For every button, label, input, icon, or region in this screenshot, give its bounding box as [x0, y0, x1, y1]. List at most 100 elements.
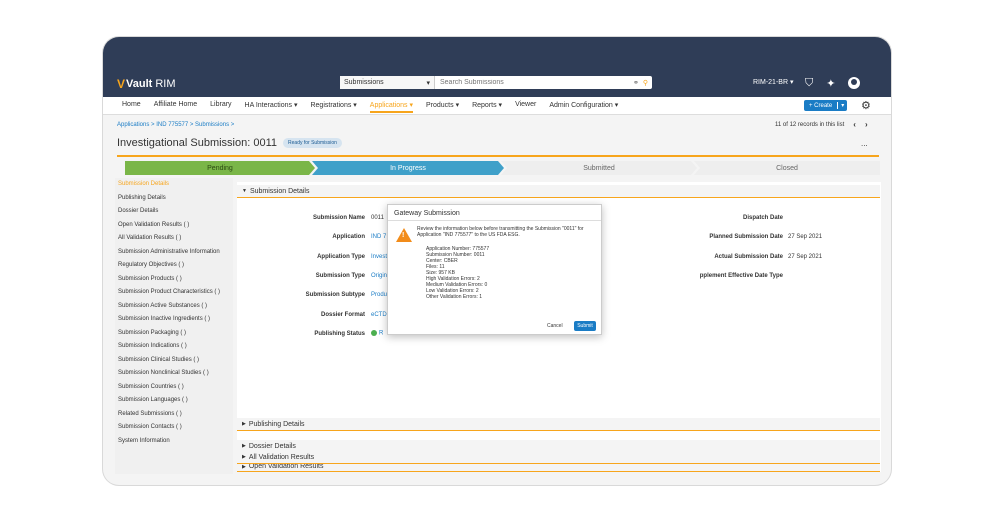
nav-library[interactable]: Library: [210, 101, 231, 113]
binoculars-icon[interactable]: ⚭: [633, 79, 639, 87]
nav-items: Home Affiliate Home Library HA Interacti…: [122, 101, 618, 113]
field-label-application-type: Application Type: [317, 254, 365, 260]
field-label-dispatch-date: Dispatch Date: [742, 215, 783, 221]
field-value-planned-date: 27 Sep 2021: [788, 234, 823, 240]
stage-submitted: Submitted: [501, 161, 697, 175]
create-button[interactable]: + Create ▾: [804, 100, 848, 111]
section-title: All Validation Results: [248, 453, 315, 461]
field-label-actual-date: Actual Submission Date: [714, 254, 783, 260]
nav-applications[interactable]: Applications ▾: [369, 101, 413, 113]
sidebar-item-submission-details[interactable]: Submission Details: [115, 181, 233, 188]
gear-icon[interactable]: ⚙: [861, 99, 871, 112]
previous-record-icon[interactable]: ‹: [853, 121, 856, 129]
record-count: 11 of 12 records in this list: [775, 122, 845, 128]
nav-affiliate-home[interactable]: Affiliate Home: [154, 101, 197, 113]
search-scope-label: Submissions: [344, 79, 384, 86]
cancel-button[interactable]: Cancel: [547, 323, 563, 329]
record-pager: 11 of 12 records in this list ‹ ›: [775, 121, 868, 129]
dialog-intro: Review the information below before tran…: [417, 226, 584, 238]
sidebar-item-countries[interactable]: Submission Countries ( ): [115, 384, 233, 391]
expand-icon: ▶: [242, 454, 246, 460]
nav-home[interactable]: Home: [122, 101, 141, 113]
field-value-application[interactable]: IND 7: [371, 234, 386, 240]
field-value-submission-type[interactable]: Origin: [371, 273, 387, 279]
sidebar-item-regulatory-objectives[interactable]: Regulatory Objectives ( ): [115, 262, 233, 269]
notifications-icon[interactable]: ✦: [826, 77, 835, 90]
section-submission-details[interactable]: ▼ Submission Details: [237, 185, 880, 198]
collapse-icon: ▼: [242, 188, 247, 194]
lifecycle-stages: Pending In Progress Submitted Closed: [125, 161, 880, 175]
breadcrumb[interactable]: Applications > IND 775577 > Submissions …: [117, 122, 234, 128]
vault-rim-logo[interactable]: V Vault RIM: [117, 77, 175, 91]
section-all-validation[interactable]: ▶ All Validation Results: [237, 451, 880, 464]
title-divider: [117, 155, 879, 157]
dialog-details: Application Number: 775577 Submission Nu…: [426, 246, 489, 300]
gateway-submission-dialog: Gateway Submission ! Review the informat…: [387, 204, 602, 335]
search-scope-select[interactable]: Submissions ▾: [340, 76, 435, 89]
app-window: V Vault RIM Submissions ▾ ⚭ ⚲ RIM-21-BR …: [103, 37, 891, 485]
stage-closed: Closed: [694, 161, 880, 175]
field-value-submission-name: 0011: [371, 215, 384, 221]
nav-ha-interactions[interactable]: HA Interactions ▾: [245, 101, 298, 113]
nav-reports[interactable]: Reports ▾: [472, 101, 502, 113]
sidebar-item-all-validation[interactable]: All Validation Results ( ): [115, 235, 233, 242]
submit-button[interactable]: Submit: [574, 321, 596, 331]
detail-other-errors: Other Validation Errors: 1: [426, 294, 483, 300]
publishing-status-text: R: [379, 330, 384, 337]
page-title: Investigational Submission: 0011: [117, 137, 278, 149]
create-label: + Create: [809, 102, 833, 109]
field-value-actual-date: 27 Sep 2021: [788, 254, 823, 260]
section-title: Open Validation Results: [248, 463, 324, 470]
sidebar-item-clinical-studies[interactable]: Submission Clinical Studies ( ): [115, 357, 233, 364]
main-nav: Home Affiliate Home Library HA Interacti…: [103, 97, 891, 115]
field-label-dossier-format: Dossier Format: [320, 312, 365, 318]
sidebar-item-dossier-details[interactable]: Dossier Details: [115, 208, 233, 215]
avatar[interactable]: [848, 77, 861, 89]
sidebar-item-publishing-details[interactable]: Publishing Details: [115, 195, 233, 202]
dialog-title: Gateway Submission: [388, 205, 601, 221]
nav-admin-configuration[interactable]: Admin Configuration ▾: [549, 101, 618, 113]
field-label-application: Application: [332, 234, 365, 240]
field-label-planned-date: Planned Submission Date: [709, 234, 783, 240]
sidebar-item-inactive-ingredients[interactable]: Submission Inactive Ingredients ( ): [115, 316, 233, 323]
field-label-submission-type: Submission Type: [315, 273, 365, 279]
field-value-dossier-format[interactable]: eCTD: [371, 312, 387, 318]
field-label-submission-subtype: Submission Subtype: [305, 292, 365, 298]
global-search: Submissions ▾ ⚭ ⚲: [340, 76, 652, 89]
next-record-icon[interactable]: ›: [865, 121, 868, 129]
logo-rim: RIM: [155, 78, 176, 90]
sidebar-item-related-submissions[interactable]: Related Submissions ( ): [115, 411, 233, 418]
sidebar-item-open-validation[interactable]: Open Validation Results ( ): [115, 222, 233, 229]
nav-products[interactable]: Products ▾: [426, 101, 459, 113]
search-icon[interactable]: ⚲: [643, 79, 648, 87]
sidebar-item-packaging[interactable]: Submission Packaging ( ): [115, 330, 233, 337]
section-publishing-details[interactable]: ▶ Publishing Details: [237, 418, 880, 431]
section-sidebar: Submission Details Publishing Details Do…: [115, 178, 233, 474]
sidebar-item-products[interactable]: Submission Products ( ): [115, 276, 233, 283]
nav-registrations[interactable]: Registrations ▾: [310, 101, 356, 113]
sidebar-item-nonclinical-studies[interactable]: Submission Nonclinical Studies ( ): [115, 370, 233, 377]
section-title: Dossier Details: [248, 442, 296, 450]
stage-pending: Pending: [125, 161, 315, 175]
chevron-down-icon[interactable]: ▾: [837, 102, 847, 109]
expand-icon: ▶: [242, 463, 246, 470]
nav-viewer[interactable]: Viewer: [515, 101, 536, 113]
sidebar-item-indications[interactable]: Submission Indications ( ): [115, 343, 233, 350]
vault-selector[interactable]: RIM-21-BR ▾: [753, 78, 793, 86]
field-value-application-type[interactable]: Invest: [371, 254, 387, 260]
more-actions-icon[interactable]: ...: [861, 139, 868, 148]
sidebar-item-contacts[interactable]: Submission Contacts ( ): [115, 424, 233, 431]
logo-mark: V: [117, 77, 126, 91]
sidebar-item-languages[interactable]: Submission Languages ( ): [115, 397, 233, 404]
sidebar-item-admin-info[interactable]: Submission Administrative Information: [115, 249, 233, 256]
field-label-publishing-status: Publishing Status: [314, 331, 365, 337]
cart-icon[interactable]: ⛉: [805, 77, 813, 90]
field-value-submission-subtype[interactable]: Produ: [371, 292, 387, 298]
field-value-publishing-status[interactable]: R: [371, 330, 383, 337]
search-icons: ⚭ ⚲: [633, 76, 652, 89]
sidebar-item-product-characteristics[interactable]: Submission Product Characteristics ( ): [115, 289, 233, 296]
sidebar-item-active-substances[interactable]: Submission Active Substances ( ): [115, 303, 233, 310]
status-dot-icon: [371, 330, 377, 336]
sidebar-item-system-information[interactable]: System Information: [115, 438, 233, 445]
search-input[interactable]: [435, 76, 633, 89]
